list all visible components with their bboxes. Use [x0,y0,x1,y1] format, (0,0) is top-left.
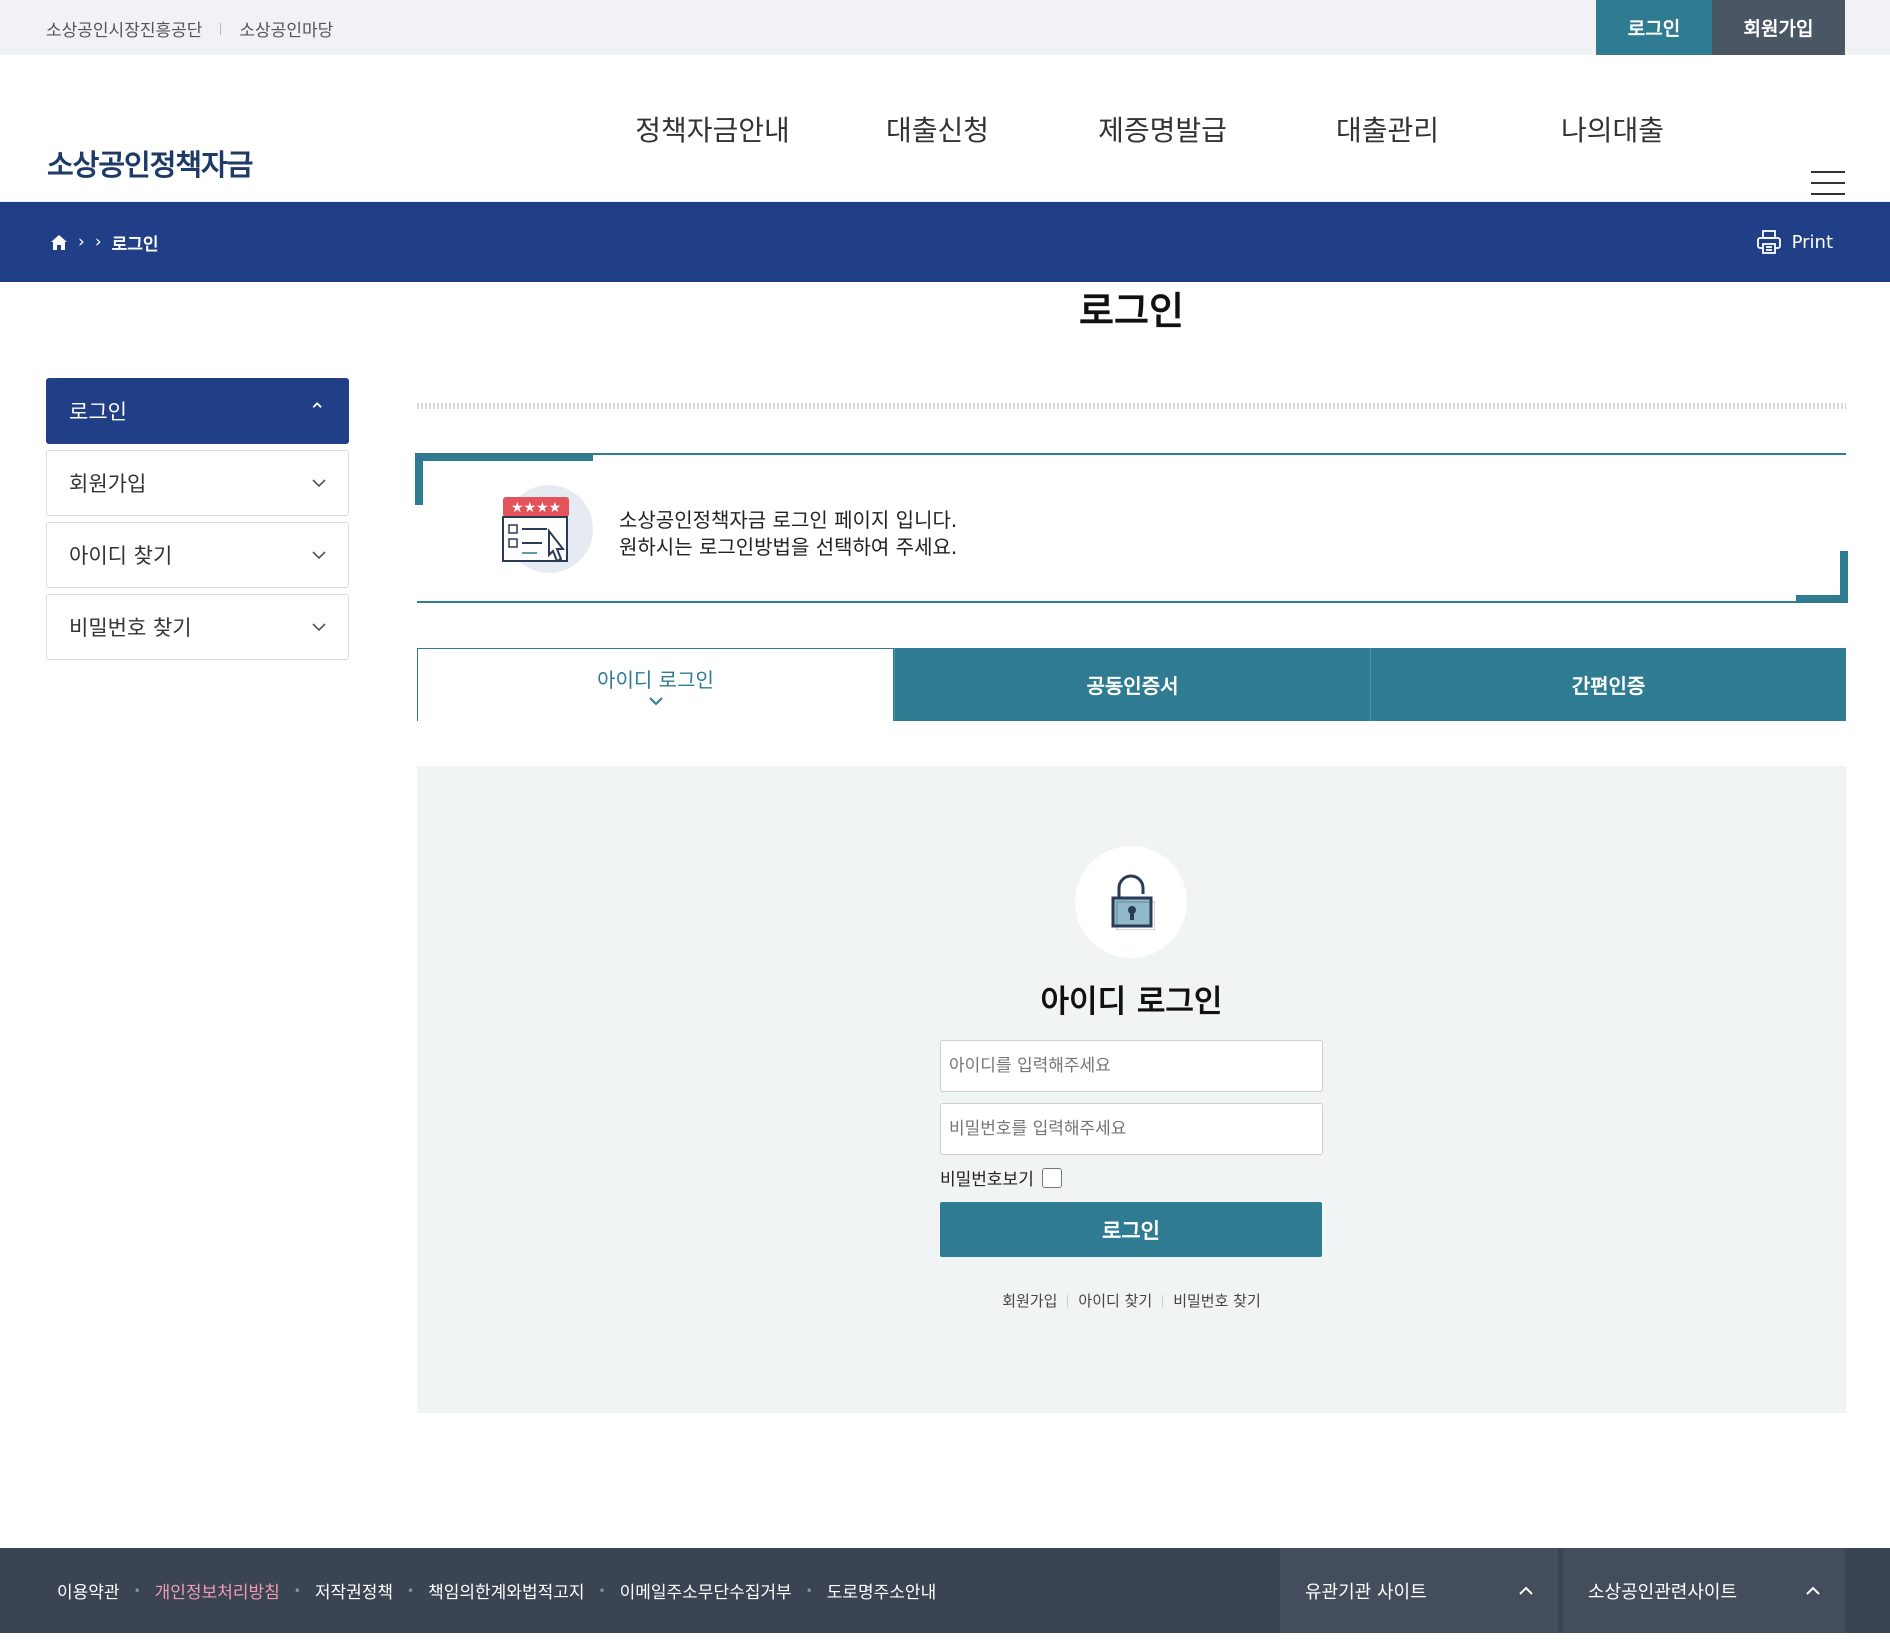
printer-icon [1756,230,1781,254]
divider: • [598,1583,606,1598]
breadcrumb: › › 로그인 [50,202,159,282]
tab-label: 간편인증 [1571,674,1646,698]
login-guide-icon: ★★★★ [502,485,593,573]
chevron-down-icon [312,550,326,559]
home-icon[interactable] [50,234,68,251]
divider: • [407,1583,415,1598]
tab-label: 아이디 로그인 [597,668,714,692]
breadcrumb-current: 로그인 [111,234,159,255]
footer-link-privacy[interactable]: 개인정보처리방침 [155,1578,280,1603]
show-password-toggle[interactable]: 비밀번호보기 [940,1165,1062,1190]
page-title: 로그인 [1079,289,1184,333]
nav-item-apply[interactable]: 대출신청 [825,109,1050,149]
chevron-down-icon [312,478,326,487]
side-item-label: 아이디 찾기 [69,544,173,568]
footer-link-terms[interactable]: 이용약관 [57,1578,120,1603]
select-label: 소상공인관련사이트 [1588,1581,1738,1603]
tab-label: 공동인증서 [1086,674,1179,698]
footer-links: 이용약관 • 개인정보처리방침 • 저작권정책 • 책임의한계와법적고지 • 이… [57,1548,936,1633]
chevron-up-icon: ⌃ [308,399,326,423]
login-submit-button[interactable]: 로그인 [940,1202,1322,1257]
corner-decoration [1796,551,1848,603]
link-find-password[interactable]: 비밀번호 찾기 [1173,1290,1261,1311]
print-label: Print [1791,231,1833,253]
intro-text: 소상공인정책자금 로그인 페이지 입니다. 원하시는 로그인방법을 선택하여 주… [619,507,957,561]
user-id-input[interactable] [940,1040,1323,1092]
site-header: 소상공인정책자금 정책자금안내 대출신청 제증명발급 대출관리 나의대출 [0,55,1890,202]
top-auth-buttons: 로그인 회원가입 [1596,0,1845,55]
intro-line: 소상공인정책자금 로그인 페이지 입니다. [619,508,958,532]
top-link-madang[interactable]: 소상공인마당 [239,16,333,41]
chevron-up-icon [1806,1586,1820,1595]
link-join[interactable]: 회원가입 [1002,1290,1057,1311]
nav-item-guide[interactable]: 정책자금안내 [600,109,825,149]
print-button[interactable]: Print [1756,202,1833,282]
footer-link-disclaimer[interactable]: 책임의한계와법적고지 [428,1578,584,1603]
nav-item-myloan[interactable]: 나의대출 [1500,109,1725,149]
select-label: 유관기관 사이트 [1305,1581,1427,1603]
chevron-down-icon [648,697,663,706]
side-item-find-id[interactable]: 아이디 찾기 [46,522,349,588]
chevron-right-icon: › [94,232,102,252]
login-method-tabs: 아이디 로그인 공동인증서 간편인증 [417,648,1846,721]
footer-link-email-refusal[interactable]: 이메일주소무단수집거부 [620,1578,792,1603]
link-find-id[interactable]: 아이디 찾기 [1078,1290,1152,1311]
account-help-links: 회원가입 아이디 찾기 비밀번호 찾기 [417,1290,1846,1311]
lock-icon [1111,874,1155,930]
chevron-right-icon: › [78,232,85,252]
site-logo[interactable]: 소상공인정책자금 [47,142,253,184]
show-password-label: 비밀번호보기 [940,1170,1034,1190]
top-login-button[interactable]: 로그인 [1596,0,1712,55]
top-join-button[interactable]: 회원가입 [1712,0,1845,55]
side-item-login[interactable]: 로그인 ⌃ [46,378,349,444]
footer-link-copyright[interactable]: 저작권정책 [315,1578,393,1603]
side-item-label: 로그인 [69,400,127,424]
main-nav: 정책자금안내 대출신청 제증명발급 대출관리 나의대출 [600,55,1725,202]
divider: • [293,1583,301,1598]
top-link-semas[interactable]: 소상공인시장진흥공단 [46,16,202,41]
tab-id-login[interactable]: 아이디 로그인 [417,648,894,721]
related-agencies-select[interactable]: 유관기관 사이트 [1280,1548,1558,1633]
svg-text:★★★★: ★★★★ [511,500,561,516]
chevron-up-icon [1519,1586,1533,1595]
lock-icon-circle [1075,846,1187,958]
side-item-label: 회원가입 [69,472,147,496]
hamburger-menu-icon[interactable] [1811,171,1845,197]
top-links: 소상공인시장진흥공단 소상공인마당 [46,16,333,41]
top-utility-bar: 소상공인시장진흥공단 소상공인마당 로그인 회원가입 [0,0,1890,55]
divider [1067,1294,1069,1307]
chevron-down-icon [312,622,326,631]
divider [1162,1294,1164,1307]
panel-title: 아이디 로그인 [1040,984,1223,1020]
side-item-label: 비밀번호 찾기 [69,616,192,640]
side-item-find-password[interactable]: 비밀번호 찾기 [46,594,349,660]
side-item-join[interactable]: 회원가입 [46,450,349,516]
nav-item-manage[interactable]: 대출관리 [1275,109,1500,149]
tab-simple-auth[interactable]: 간편인증 [1370,648,1846,721]
side-menu: 로그인 ⌃ 회원가입 아이디 찾기 비밀번호 찾기 [46,378,349,666]
main-content: 로그인 ★★★★ 소상공인정책자금 로그인 페이지 입니다. 원하시는 로그인방… [415,281,1848,1413]
divider [220,22,222,35]
breadcrumb-bar: › › 로그인 Print [0,202,1890,282]
nav-item-certificate[interactable]: 제증명발급 [1050,109,1275,149]
divider: • [133,1583,141,1598]
site-footer: 이용약관 • 개인정보처리방침 • 저작권정책 • 책임의한계와법적고지 • 이… [0,1548,1890,1633]
id-login-panel: 아이디 로그인 비밀번호보기 로그인 회원가입 아이디 찾기 비밀번호 찾기 [417,766,1846,1413]
divider: • [805,1583,813,1598]
show-password-checkbox[interactable] [1041,1167,1062,1188]
intro-box: ★★★★ 소상공인정책자금 로그인 페이지 입니다. 원하시는 로그인방법을 선… [415,453,1848,603]
intro-line: 원하시는 로그인방법을 선택하여 주세요. [619,535,958,559]
title-divider [417,403,1846,409]
password-input[interactable] [940,1103,1323,1155]
related-sites-select[interactable]: 소상공인관련사이트 [1563,1548,1845,1633]
footer-link-road-address[interactable]: 도로명주소안내 [827,1578,936,1603]
tab-certificate[interactable]: 공동인증서 [894,648,1370,721]
